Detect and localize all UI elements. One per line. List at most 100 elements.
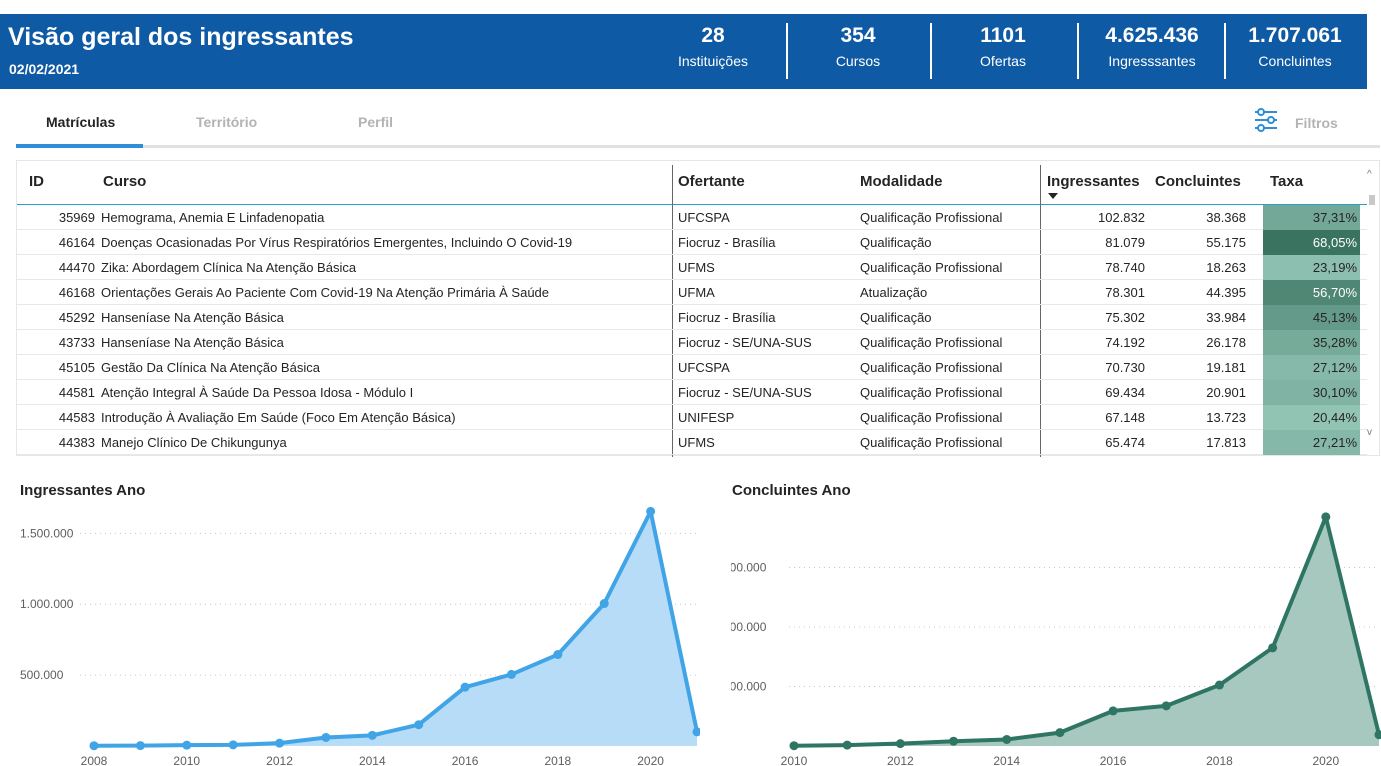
table-row[interactable]: 46168 Orientações Gerais Ao Paciente Com …	[17, 280, 1367, 305]
cell-ofertante: UFMS	[678, 435, 715, 450]
taxa-value: 56,70%	[1312, 285, 1357, 300]
x-tick-label: 2018	[1206, 754, 1233, 766]
cell-curso: Zika: Abordagem Clínica Na Atenção Básic…	[101, 260, 357, 275]
series-area	[94, 511, 697, 746]
data-point	[182, 740, 192, 750]
scroll-down-icon[interactable]: v	[1367, 427, 1372, 438]
taxa-value: 23,19%	[1312, 260, 1357, 275]
cell-ingressantes: 102.832	[1098, 210, 1145, 225]
data-point	[949, 736, 959, 746]
cell-taxa: 27,12%	[1263, 355, 1360, 380]
tab-territorio[interactable]: Território	[196, 114, 257, 130]
cell-taxa: 45,13%	[1263, 305, 1360, 330]
taxa-value: 37,31%	[1312, 210, 1357, 225]
x-tick-label: 2020	[637, 754, 664, 766]
cell-curso: Introdução À Avaliação Em Saúde (Foco Em…	[101, 410, 456, 425]
table-row[interactable]: 45105 Gestão Da Clínica Na Atenção Básica…	[17, 355, 1367, 380]
cell-taxa: 27,21%	[1263, 430, 1360, 455]
data-point	[1161, 701, 1171, 711]
column-header-ingressantes[interactable]: Ingressantes	[1047, 173, 1140, 190]
table-row[interactable]: 44583 Introdução À Avaliação Em Saúde (Fo…	[17, 405, 1367, 430]
sort-desc-icon	[1048, 193, 1058, 199]
column-header-taxa[interactable]: Taxa	[1270, 173, 1303, 190]
table-row[interactable]: 35969 Hemograma, Anemia E Linfadenopatia U…	[17, 205, 1367, 230]
cell-ingressantes: 69.434	[1105, 385, 1145, 400]
kpi-label: Cursos	[835, 53, 881, 69]
cell-ingressantes: 65.474	[1105, 435, 1145, 450]
scroll-thumb[interactable]	[1369, 195, 1375, 205]
cell-curso: Atenção Integral À Saúde Da Pessoa Idosa…	[101, 385, 414, 400]
kpi-label: Instituições	[677, 53, 749, 69]
column-header-modalidade[interactable]: Modalidade	[860, 173, 943, 190]
column-header-id[interactable]: ID	[29, 173, 44, 190]
cell-modalidade: Qualificação Profissional	[860, 410, 1003, 425]
x-tick-label: 2016	[1100, 754, 1127, 766]
cell-concluintes: 44.395	[1206, 285, 1246, 300]
header-banner: Visão geral dos ingressantes 02/02/2021 …	[0, 14, 1367, 89]
column-header-ofertante[interactable]: Ofertante	[678, 173, 745, 190]
cell-id: 45292	[58, 310, 95, 325]
cell-modalidade: Qualificação	[860, 310, 932, 325]
cell-id: 44470	[58, 260, 95, 275]
x-tick-label: 2010	[781, 754, 808, 766]
cell-ofertante: Fiocruz - Brasília	[678, 235, 776, 250]
kpi-divider	[786, 23, 788, 79]
tab-matriculas[interactable]: Matrículas	[46, 114, 115, 130]
kpi-value: 4.625.436	[1105, 24, 1199, 47]
table-row[interactable]: 44470 Zika: Abordagem Clínica Na Atenção …	[17, 255, 1367, 280]
cell-ofertante: Fiocruz - Brasília	[678, 310, 776, 325]
table-row[interactable]: 43733 Hanseníase Na Atenção Básica Fiocruz…	[17, 330, 1367, 355]
cell-id: 46164	[58, 235, 95, 250]
table-scrollbar[interactable]: ^ v	[1365, 161, 1379, 455]
data-point	[599, 599, 609, 609]
cell-concluintes: 19.181	[1206, 360, 1246, 375]
cell-ingressantes: 81.079	[1105, 235, 1145, 250]
table-header: ID Curso Ofertante Modalidade Ingressant…	[17, 161, 1367, 205]
taxa-value: 20,44%	[1312, 410, 1357, 425]
table-row[interactable]: 44383 Manejo Clínico De Chikungunya UFMS Qu…	[17, 430, 1367, 455]
table-row[interactable]: 46164 Doenças Ocasionadas Por Vírus Respi…	[17, 230, 1367, 255]
data-point	[1002, 734, 1012, 744]
table-row[interactable]: 44581 Atenção Integral À Saúde Da Pessoa …	[17, 380, 1367, 405]
x-tick-label: 2012	[887, 754, 914, 766]
cell-concluintes: 17.813	[1206, 435, 1246, 450]
chart-title-concluintes: Concluintes Ano	[732, 482, 851, 499]
sliders-icon	[1255, 108, 1277, 132]
cell-ofertante: UFCSPA	[678, 360, 730, 375]
x-tick-label: 2008	[81, 754, 108, 766]
data-point	[460, 682, 470, 692]
cell-taxa: 35,28%	[1263, 330, 1360, 355]
scroll-up-icon[interactable]: ^	[1367, 169, 1372, 180]
cell-modalidade: Atualização	[860, 285, 928, 300]
y-tick-label: 200.000	[731, 680, 767, 694]
cell-id: 44583	[58, 410, 95, 425]
column-header-concluintes[interactable]: Concluintes	[1155, 173, 1241, 190]
taxa-value: 27,21%	[1312, 435, 1357, 450]
taxa-value: 27,12%	[1312, 360, 1357, 375]
tab-divider	[16, 145, 1380, 148]
column-header-curso[interactable]: Curso	[103, 173, 146, 190]
cell-id: 44383	[58, 435, 95, 450]
tab-bar: Matrículas Território Perfil Filtros	[16, 96, 1380, 148]
filters-button[interactable]: Filtros	[1253, 106, 1353, 136]
ingressantes-chart: 500.000 1.000.000 1.500.000 2008 2010 2012 201…	[20, 506, 700, 766]
tab-perfil[interactable]: Perfil	[358, 114, 393, 130]
cell-modalidade: Qualificação Profissional	[860, 360, 1003, 375]
cell-ingressantes: 78.740	[1105, 260, 1145, 275]
cell-taxa: 30,10%	[1263, 380, 1360, 405]
y-tick-label: 400.000	[731, 620, 767, 634]
cell-curso: Hemograma, Anemia E Linfadenopatia	[101, 210, 325, 225]
x-tick-label: 2014	[993, 754, 1020, 766]
cell-curso: Orientações Gerais Ao Paciente Com Covid…	[101, 285, 550, 300]
page-title: Visão geral dos ingressantes	[8, 23, 354, 51]
courses-table: ID Curso Ofertante Modalidade Ingressant…	[16, 160, 1380, 457]
table-row[interactable]: 45292 Hanseníase Na Atenção Básica Fiocruz…	[17, 305, 1367, 330]
data-point	[275, 738, 285, 748]
data-point	[89, 741, 99, 751]
taxa-value: 45,13%	[1312, 310, 1357, 325]
cell-curso: Hanseníase Na Atenção Básica	[101, 310, 284, 325]
chart-title-ingressantes: Ingressantes Ano	[20, 482, 146, 499]
data-point	[895, 739, 905, 749]
x-tick-label: 2012	[266, 754, 293, 766]
data-point	[1108, 706, 1118, 716]
